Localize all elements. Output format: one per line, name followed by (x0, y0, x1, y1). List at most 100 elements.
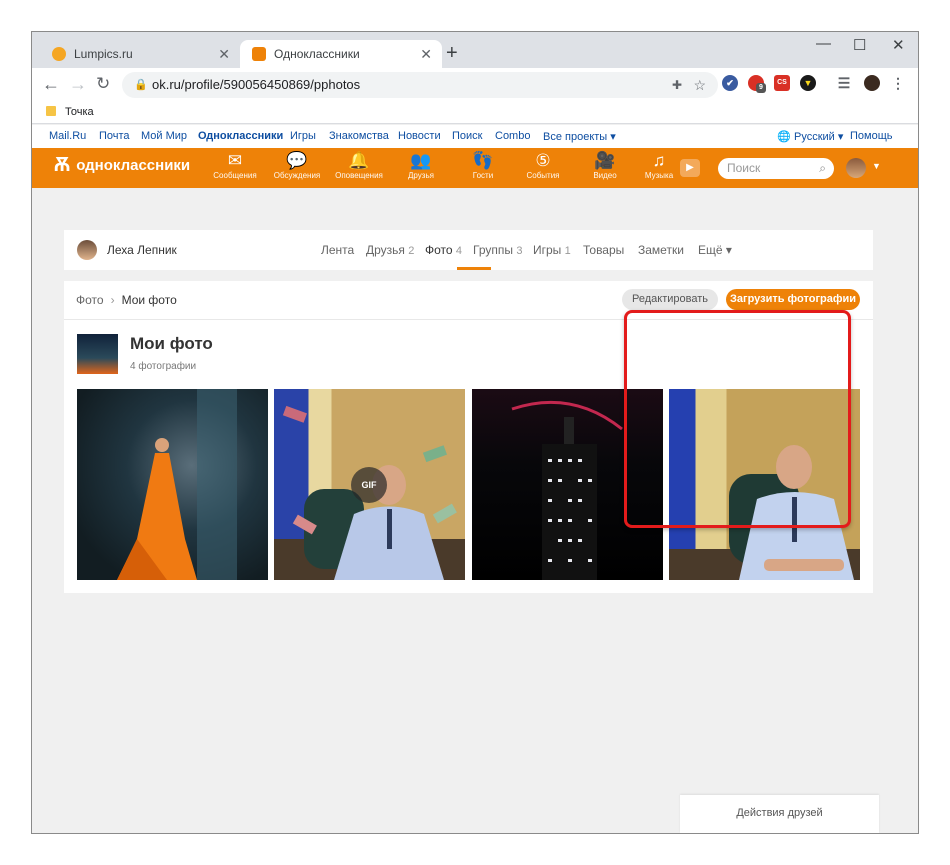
link-combo[interactable]: Combo (495, 130, 530, 142)
tab-feed[interactable]: Лента (321, 243, 354, 257)
tab-count: 4 (455, 245, 463, 257)
bookmark-tochka[interactable]: Точка (65, 106, 94, 118)
search-input[interactable]: Поиск ⌕ (718, 158, 834, 179)
vpn-extension-icon[interactable]: ▼ (800, 75, 816, 91)
tab-odnoklassniki[interactable]: Одноклассники ✕ (240, 40, 442, 68)
tab-groups[interactable]: Группы 3 (473, 243, 522, 257)
photo-man-office-gif[interactable]: GIF (274, 389, 465, 580)
address-bar[interactable]: 🔒 ok.ru/profile/590056450869/pphotos ✚ ☆ (122, 72, 718, 98)
profile-nav: Леха Лепник Лента Друзья 2 Фото 4 Группы… (64, 230, 873, 270)
ok-logo-text: одноклассники (76, 157, 191, 174)
video-camera-icon: 🎥 (594, 151, 616, 170)
album-title: Мои фото (130, 334, 213, 353)
tab-lumpics[interactable]: Lumpics.ru ✕ (40, 40, 240, 68)
tab-count: 1 (564, 245, 571, 257)
ok-favicon-icon (252, 47, 266, 61)
link-znakomstva[interactable]: Знакомства (329, 130, 389, 142)
close-tab-icon[interactable]: ✕ (420, 46, 432, 63)
footprints-icon: 👣 (472, 151, 494, 170)
chevron-right-icon: › (110, 293, 115, 307)
language-select[interactable]: Русский ▾ (794, 130, 843, 143)
tab-title: Одноклассники (274, 47, 360, 61)
tab-notes[interactable]: Заметки (638, 243, 684, 257)
nav-messages[interactable]: ✉ Сообщения (206, 151, 264, 181)
extension-count-badge: 9 (756, 83, 766, 93)
edit-button[interactable]: Редактировать (622, 289, 718, 310)
close-window-button[interactable]: ✕ (892, 36, 905, 54)
album-cover[interactable] (77, 334, 118, 374)
link-poisk[interactable]: Поиск (452, 130, 482, 142)
profile-avatar-icon[interactable] (864, 75, 880, 91)
browser-menu-icon[interactable]: ⋮ (890, 75, 906, 91)
breadcrumb-photo[interactable]: Фото (76, 293, 104, 307)
close-tab-icon[interactable]: ✕ (218, 46, 230, 63)
tab-count: 2 (408, 245, 415, 257)
cs-extension-icon[interactable]: CS (774, 75, 790, 91)
bookmarks-bar: Точка (32, 102, 918, 124)
tab-label: Фото (425, 243, 453, 257)
reading-list-icon[interactable]: ☰ (836, 75, 852, 91)
chevron-down-icon[interactable]: ▼ (872, 161, 881, 171)
back-arrow-icon[interactable]: ← (42, 74, 60, 95)
bell-icon: 🔔 (348, 151, 370, 170)
url-text: ok.ru/profile/590056450869/pphotos (152, 77, 361, 92)
nav-guests[interactable]: 👣 Гости (454, 151, 512, 181)
user-avatar[interactable] (846, 158, 866, 178)
album-photo-count: 4 фотографии (130, 361, 197, 372)
friends-actions-panel[interactable]: Действия друзей (680, 795, 879, 833)
ok-logo[interactable]: Ѫ одноклассники (54, 154, 190, 177)
ok-header: Ѫ одноклассники ✉ Сообщения 💬 Обсуждения… (32, 148, 918, 188)
play-icon[interactable]: ▶ (680, 159, 700, 177)
link-moy-mir[interactable]: Мой Мир (141, 130, 187, 142)
nav-label: Сообщения (213, 171, 257, 180)
breadcrumb: Фото › Мои фото (76, 293, 177, 307)
tab-label: Игры (533, 243, 562, 257)
link-all-projects[interactable]: Все проекты ▾ (543, 130, 616, 143)
mailru-top-links: Mail.Ru Почта Мой Мир Одноклассники Игры… (32, 125, 918, 148)
nav-friends[interactable]: 👥 Друзья (392, 151, 450, 181)
new-tab-button[interactable]: + (446, 42, 458, 65)
tab-label: Лента (321, 243, 355, 257)
tab-label: Друзья (366, 243, 405, 257)
link-pochta[interactable]: Почта (99, 130, 130, 142)
shield-extension-icon[interactable]: ✔ (722, 75, 738, 91)
nav-label: Друзья (408, 171, 434, 180)
nav-label: Обсуждения (273, 171, 321, 180)
tab-goods[interactable]: Товары (583, 243, 624, 257)
tab-more[interactable]: Ещё ▾ (698, 243, 732, 257)
link-odnoklassniki[interactable]: Одноклассники (198, 130, 283, 142)
upload-photos-button[interactable]: Загрузить фотографии (726, 289, 860, 310)
profile-avatar[interactable] (77, 240, 97, 260)
reload-icon[interactable]: ↻ (96, 74, 110, 94)
nav-events[interactable]: ⑤ События (514, 151, 572, 181)
star-bookmark-icon[interactable]: ☆ (693, 72, 706, 98)
link-help[interactable]: Помощь (850, 130, 893, 142)
tab-photo[interactable]: Фото 4 (425, 243, 462, 257)
tab-title: Lumpics.ru (74, 47, 133, 61)
lumpics-favicon-icon (52, 47, 66, 61)
lock-icon: 🔒 (134, 79, 148, 91)
link-mailru[interactable]: Mail.Ru (49, 130, 86, 142)
photo-woman-orange-dress[interactable] (77, 389, 268, 580)
nav-discussions[interactable]: 💬 Обсуждения (268, 151, 326, 181)
search-icon[interactable]: ⌕ (819, 158, 826, 179)
photo-woman-illustration (117, 389, 237, 580)
tab-games[interactable]: Игры 1 (533, 243, 571, 257)
extension-puzzle-icon[interactable]: ✚ (672, 72, 682, 98)
gif-badge[interactable]: GIF (351, 467, 387, 503)
minimize-button[interactable]: — (816, 35, 831, 52)
search-placeholder: Поиск (727, 161, 761, 175)
nav-notifications[interactable]: 🔔 Оповещения (330, 151, 388, 181)
friends-icon: 👥 (410, 151, 432, 170)
maximize-button[interactable]: ☐ (853, 36, 866, 54)
nav-label: Видео (593, 171, 617, 180)
nav-video[interactable]: 🎥 Видео (576, 151, 634, 181)
profile-name[interactable]: Леха Лепник (107, 243, 177, 257)
forward-arrow-icon[interactable]: → (69, 74, 87, 95)
link-novosti[interactable]: Новости (398, 130, 441, 142)
tab-friends[interactable]: Друзья 2 (366, 243, 414, 257)
browser-toolbar: ← → ↻ 🔒 ok.ru/profile/590056450869/pphot… (32, 68, 918, 102)
link-igry[interactable]: Игры (290, 130, 316, 142)
tab-label: Товары (583, 243, 625, 257)
globe-icon: 🌐 (777, 131, 791, 143)
